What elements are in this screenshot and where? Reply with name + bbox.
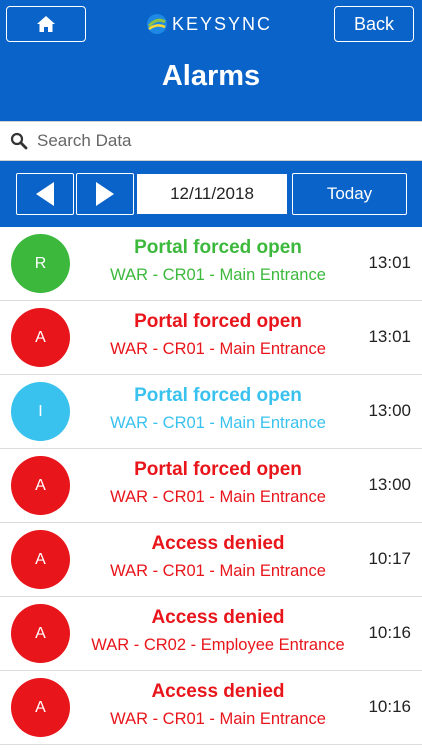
alarm-row[interactable]: A Access denied WAR - CR02 - Employee Entr… [0, 597, 422, 671]
alarm-time: 10:17 [368, 549, 411, 568]
alarm-location: WAR - CR01 - Main Entrance [110, 340, 326, 358]
today-button[interactable]: Today [292, 173, 407, 215]
alarm-location: WAR - CR01 - Main Entrance [110, 562, 326, 580]
alarm-title: Access denied [151, 533, 285, 554]
alarm-badge: A [11, 530, 70, 589]
alarm-title: Portal forced open [134, 459, 302, 480]
search-input[interactable] [37, 131, 397, 151]
alarm-location: WAR - CR01 - Main Entrance [110, 488, 326, 506]
alarm-time: 10:16 [368, 623, 411, 642]
keysync-logo: KEYSYNC [146, 10, 272, 38]
app-header: KEYSYNC Back Alarms [0, 0, 422, 121]
next-day-button[interactable] [76, 173, 134, 215]
alarm-badge: A [11, 456, 70, 515]
alarm-time: 13:00 [368, 475, 411, 494]
alarm-badge: I [11, 382, 70, 441]
search-bar [0, 121, 422, 161]
alarm-title: Portal forced open [134, 385, 302, 406]
alarm-time: 13:01 [368, 253, 411, 272]
home-button[interactable] [6, 6, 86, 42]
alarm-time: 13:00 [368, 401, 411, 420]
alarm-time: 13:01 [368, 327, 411, 346]
alarm-list: R Portal forced open WAR - CR01 - Main Ent… [0, 227, 422, 745]
alarm-row[interactable]: A Portal forced open WAR - CR01 - Main Ent… [0, 449, 422, 523]
search-icon [10, 132, 28, 150]
alarm-time: 10:16 [368, 697, 411, 716]
alarm-location: WAR - CR01 - Main Entrance [110, 414, 326, 432]
alarm-badge: R [11, 234, 70, 293]
alarm-title: Access denied [151, 681, 285, 702]
home-icon [37, 16, 55, 32]
alarm-title: Access denied [151, 607, 285, 628]
previous-day-button[interactable] [16, 173, 74, 215]
alarm-row[interactable]: R Portal forced open WAR - CR01 - Main Ent… [0, 227, 422, 301]
logo-text: KEYSYNC [172, 13, 273, 34]
alarm-row[interactable]: A Access denied WAR - CR01 - Main Entrance… [0, 671, 422, 745]
triangle-left-icon [36, 182, 54, 206]
alarm-location: WAR - CR01 - Main Entrance [110, 266, 326, 284]
alarm-row[interactable]: A Access denied WAR - CR01 - Main Entrance… [0, 523, 422, 597]
date-navigation: 12/11/2018 Today [0, 161, 422, 227]
triangle-right-icon [96, 182, 114, 206]
page-title: Alarms [161, 60, 261, 92]
alarm-title: Portal forced open [134, 237, 302, 258]
back-button[interactable]: Back [334, 6, 414, 42]
alarm-title: Portal forced open [134, 311, 302, 332]
alarm-location: WAR - CR01 - Main Entrance [110, 710, 326, 728]
date-field[interactable]: 12/11/2018 [137, 174, 287, 214]
keysync-logo-mark-icon [147, 14, 167, 34]
alarm-row[interactable]: A Portal forced open WAR - CR01 - Main Ent… [0, 301, 422, 375]
alarm-badge: A [11, 308, 70, 367]
alarm-location: WAR - CR02 - Employee Entrance [91, 636, 345, 654]
alarm-badge: A [11, 604, 70, 663]
alarm-badge: A [11, 678, 70, 737]
alarm-row[interactable]: I Portal forced open WAR - CR01 - Main Ent… [0, 375, 422, 449]
